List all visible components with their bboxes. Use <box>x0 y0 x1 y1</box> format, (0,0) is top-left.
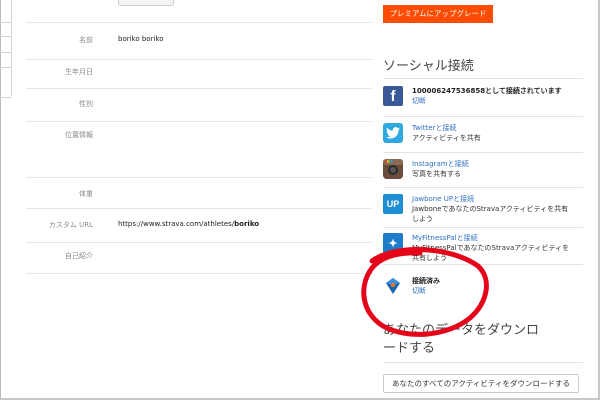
service-description: JawboneであなたのStravaアクティビティを共有しよう <box>412 205 569 223</box>
connect-myfitnesspal-link[interactable]: MyFitnessPalと接続 <box>412 233 574 243</box>
profile-value[interactable]: boriko boriko <box>118 35 164 43</box>
service-description: 写真を共有する <box>412 170 461 178</box>
profile-value[interactable]: https://www.strava.com/athletes/boriko <box>118 220 259 228</box>
disconnect-link[interactable]: 切断 <box>412 96 574 106</box>
profile-row-location: 位置情報 <box>26 121 372 177</box>
profile-label: 名前 <box>79 36 93 44</box>
profile-label: 性別 <box>79 100 93 108</box>
custom-url-prefix: https://www.strava.com/athletes/ <box>118 220 235 228</box>
custom-url-username: boriko <box>234 220 260 228</box>
service-status: 接続済み <box>412 277 440 285</box>
left-table-edge <box>0 0 12 100</box>
download-data-title: あなたのデータをダウンロードする <box>383 323 540 356</box>
profile-row-name: 名前 boriko boriko <box>26 22 372 59</box>
profile-form: 名前 boriko boriko 生年月日 性別 位置情報 体重 カスタム UR… <box>26 22 372 274</box>
profile-row-weight: 体重 <box>26 177 372 208</box>
facebook-icon: f <box>383 86 403 106</box>
social-connections-title: ソーシャル接続 <box>383 59 474 74</box>
profile-row-custom-url: カスタム URL https://www.strava.com/athletes… <box>26 208 372 242</box>
profile-label: 自己紹介 <box>65 252 93 260</box>
myfitnesspal-icon: ✦ <box>383 233 403 253</box>
divider <box>383 152 583 153</box>
service-status: 100006247536858として接続されています <box>412 87 562 95</box>
profile-label: 体重 <box>79 190 93 198</box>
jawbone-up-icon: UP <box>383 194 403 214</box>
divider <box>383 78 583 79</box>
service-description: アクティビティを共有 <box>412 134 481 142</box>
connect-twitter-link[interactable]: Twitterと接続 <box>412 123 574 133</box>
profile-label: 生年月日 <box>65 68 93 76</box>
disconnect-link[interactable]: 切断 <box>412 286 574 296</box>
download-all-activities-button[interactable]: あなたのすべてのアクティビティをダウンロードする <box>383 374 579 393</box>
garmin-icon <box>383 276 403 296</box>
profile-row-gender: 性別 <box>26 88 372 121</box>
profile-label: 位置情報 <box>65 131 93 139</box>
service-description: MyFitnessPalであなたのStravaアクティビティを共有しよう <box>412 244 570 262</box>
profile-label: カスタム URL <box>48 221 93 229</box>
divider <box>383 264 583 265</box>
divider <box>383 116 583 117</box>
divider <box>383 362 583 363</box>
twitter-icon <box>383 123 403 143</box>
upgrade-premium-button[interactable]: プレミアムにアップグレード <box>383 5 493 23</box>
divider <box>383 227 583 228</box>
profile-row-birthday: 生年月日 <box>26 59 372 88</box>
connect-instagram-link[interactable]: Instagramと接続 <box>412 159 574 169</box>
instagram-icon <box>383 159 403 179</box>
top-partial-button[interactable] <box>118 0 174 6</box>
connect-jawbone-link[interactable]: Jawbone UPと接続 <box>412 194 574 204</box>
profile-row-bio: 自己紹介 <box>26 242 372 274</box>
divider <box>383 187 583 188</box>
